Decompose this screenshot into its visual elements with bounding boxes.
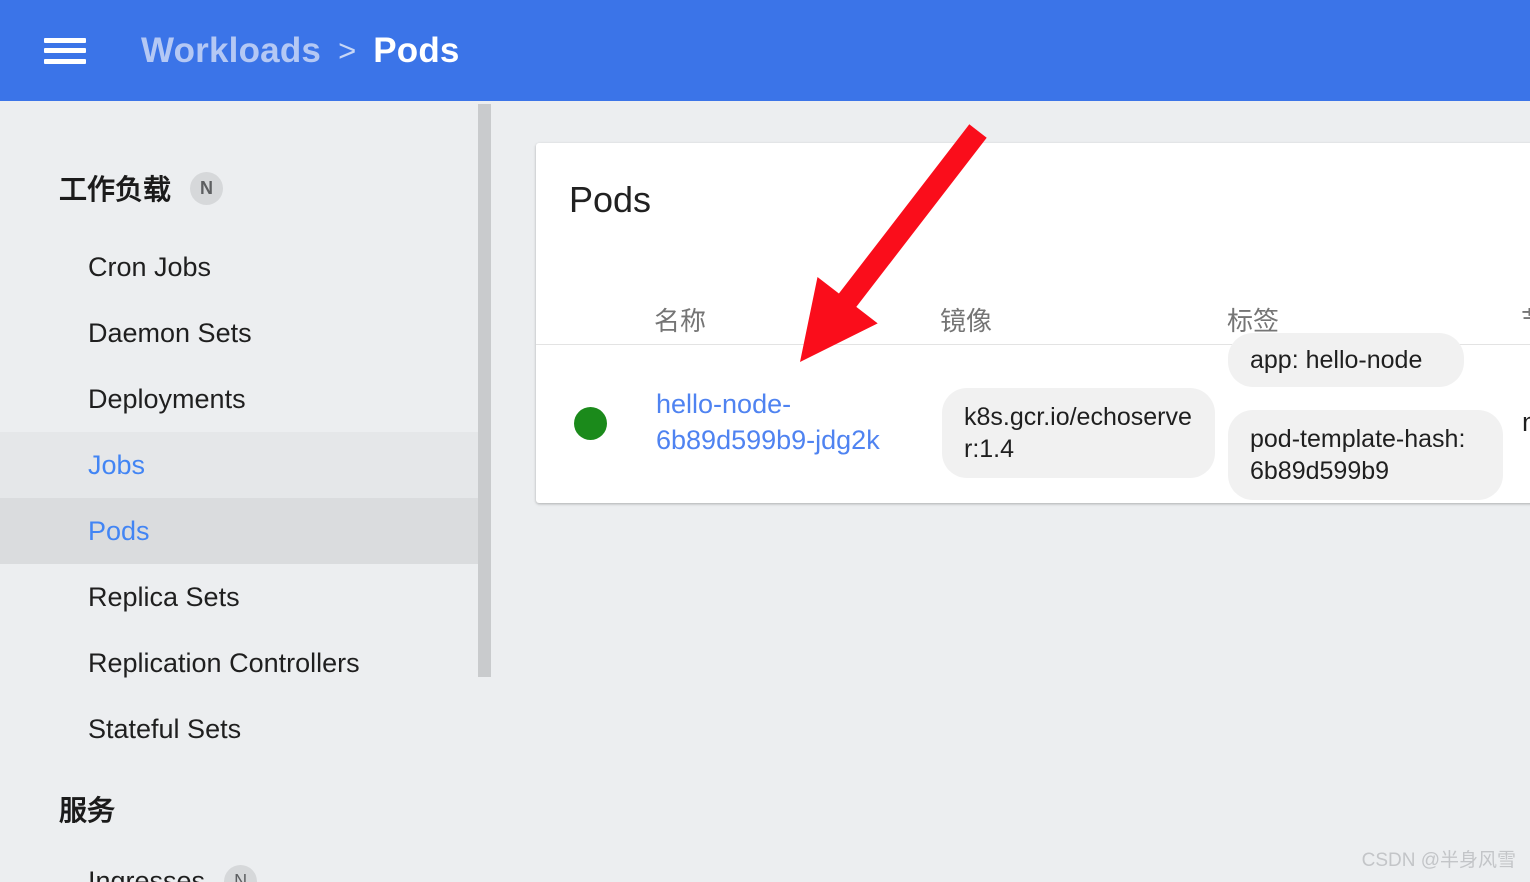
sidebar-section-workloads: 工作负载 N: [0, 157, 478, 219]
label-chip: pod-template-hash: 6b89d599b9: [1228, 410, 1503, 500]
namespace-badge: N: [190, 171, 224, 205]
sidebar-section-label: 工作负载: [59, 174, 172, 205]
breadcrumb: Workloads > Pods: [141, 31, 460, 71]
sidebar-item-stateful-sets[interactable]: Stateful Sets: [0, 696, 478, 762]
hamburger-menu-icon[interactable]: [44, 34, 86, 68]
sidebar-item-label: Daemon Sets: [88, 317, 252, 348]
chevron-right-icon: >: [338, 32, 357, 68]
main-content-area: Pods 名称 镜像 标签 节点 hello-node-6b89d599b9-j…: [493, 101, 1530, 882]
sidebar-section-services: 服务: [0, 778, 478, 840]
sidebar-item-daemon-sets[interactable]: Daemon Sets: [0, 300, 478, 366]
table-row[interactable]: hello-node-6b89d599b9-jdg2k k8s.gcr.io/e…: [536, 333, 1530, 503]
pod-name-link[interactable]: hello-node-6b89d599b9-jdg2k: [656, 386, 906, 458]
namespace-badge: N: [224, 864, 258, 882]
sidebar-item-replication-controllers[interactable]: Replication Controllers: [0, 630, 478, 696]
pods-card: Pods 名称 镜像 标签 节点 hello-node-6b89d599b9-j…: [536, 143, 1530, 503]
sidebar-item-deployments[interactable]: Deployments: [0, 366, 478, 432]
hamburger-bar: [44, 58, 86, 64]
sidebar-item-label: Stateful Sets: [88, 713, 242, 744]
column-header-image[interactable]: 镜像: [940, 301, 992, 338]
sidebar-item-replica-sets[interactable]: Replica Sets: [0, 564, 478, 630]
sidebar-item-label: Cron Jobs: [88, 251, 212, 282]
node-name-cell: minikube: [1522, 407, 1530, 438]
card-title: Pods: [569, 179, 652, 220]
status-indicator-icon: [574, 407, 607, 440]
sidebar-item-cron-jobs[interactable]: Cron Jobs: [0, 234, 478, 300]
sidebar-item-pods[interactable]: Pods: [0, 498, 478, 564]
sidebar-item-label: Jobs: [88, 449, 146, 480]
kubernetes-dashboard-page: Workloads > Pods 工作负载 N Cron Jobs Daemon…: [0, 0, 1530, 882]
sidebar-navigation: 工作负载 N Cron Jobs Daemon Sets Deployments…: [0, 101, 478, 882]
csdn-watermark: CSDN @半身风雪: [1361, 850, 1516, 871]
sidebar-item-label: Ingresses: [88, 865, 206, 882]
table-header-row: 名称 镜像 标签 节点: [536, 301, 1530, 338]
top-app-bar: Workloads > Pods: [0, 0, 1530, 101]
sidebar-item-label: Pods: [88, 515, 150, 546]
column-header-node[interactable]: 节点: [1521, 301, 1530, 338]
hamburger-bar: [44, 48, 86, 53]
sidebar-section-label: 服务: [59, 795, 116, 826]
image-chip: k8s.gcr.io/echoserver:1.4: [942, 388, 1215, 478]
sidebar-item-label: Deployments: [88, 383, 246, 414]
sidebar-scrollbar-thumb[interactable]: [478, 104, 491, 677]
breadcrumb-item-pods: Pods: [373, 30, 460, 70]
sidebar-item-label: Replication Controllers: [88, 647, 360, 678]
column-header-name[interactable]: 名称: [654, 301, 706, 338]
sidebar-item-label: Replica Sets: [88, 581, 240, 612]
sidebar-item-ingresses[interactable]: Ingresses N: [0, 848, 478, 882]
hamburger-bar: [44, 37, 86, 43]
breadcrumb-item-workloads[interactable]: Workloads: [141, 31, 321, 71]
sidebar-item-jobs[interactable]: Jobs: [0, 432, 478, 498]
label-chip: app: hello-node: [1228, 333, 1464, 387]
